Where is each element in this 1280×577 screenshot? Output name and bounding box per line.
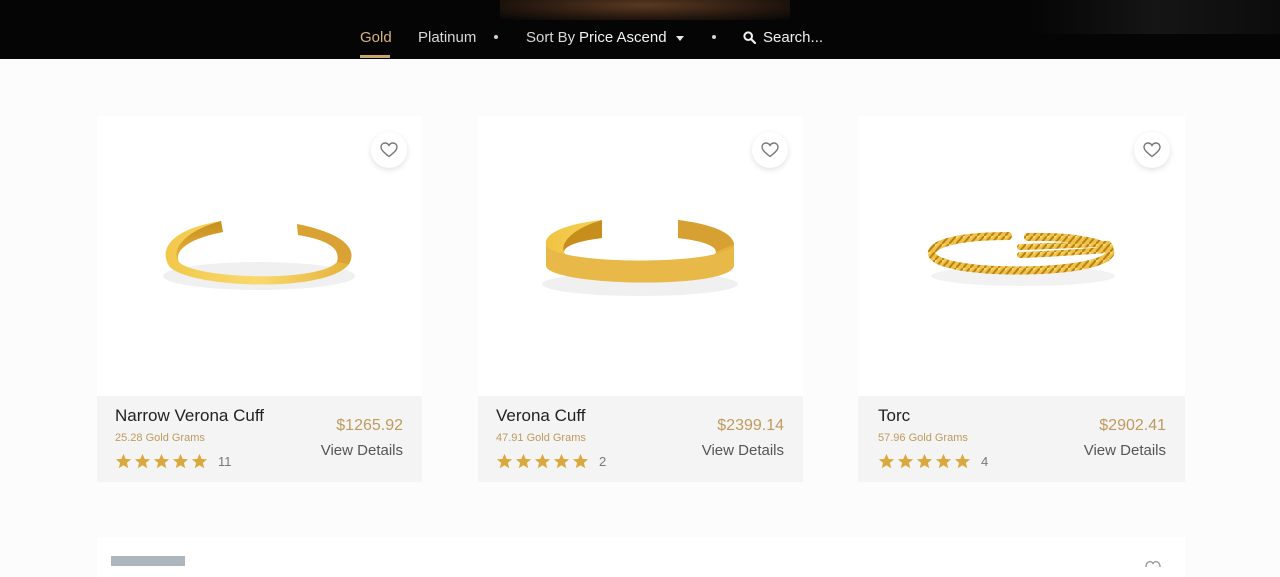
product-image-partial: [111, 556, 185, 566]
review-count: 11: [218, 453, 232, 469]
product-gold-grams: 47.91 Gold Grams: [496, 432, 586, 444]
sort-by-label: Sort By: [526, 29, 576, 46]
product-card-next-row[interactable]: [97, 537, 1185, 577]
star-icon: [572, 453, 589, 468]
active-tab-indicator: [360, 55, 390, 58]
star-icon: [153, 453, 170, 468]
product-image[interactable]: [478, 116, 803, 396]
wishlist-button[interactable]: [752, 132, 788, 168]
wishlist-button[interactable]: [1134, 132, 1170, 168]
view-details-link[interactable]: View Details: [702, 442, 784, 459]
star-icon: [191, 453, 208, 468]
product-card[interactable]: Verona Cuff 47.91 Gold Grams 2 $2399.14 …: [478, 116, 803, 482]
rating-stars: 4: [878, 453, 988, 469]
tab-gold[interactable]: Gold: [360, 29, 392, 46]
top-nav-bar: Gold Platinum Sort By Price Ascending: [0, 0, 1280, 59]
star-icon: [935, 453, 952, 468]
product-price: $2399.14: [717, 417, 784, 434]
product-name[interactable]: Torc: [878, 406, 910, 426]
star-icon: [134, 453, 151, 468]
star-icon: [172, 453, 189, 468]
star-icon: [897, 453, 914, 468]
product-price: $2902.41: [1099, 417, 1166, 434]
star-icon: [878, 453, 895, 468]
rating-stars: 2: [496, 453, 606, 469]
tab-platinum[interactable]: Platinum: [418, 29, 476, 46]
view-details-link[interactable]: View Details: [321, 442, 403, 459]
product-info: Torc 57.96 Gold Grams 4 $2902.41 View De…: [858, 396, 1185, 482]
product-name[interactable]: Narrow Verona Cuff: [115, 406, 264, 426]
heart-icon: [761, 142, 779, 158]
product-price: $1265.92: [336, 417, 403, 434]
product-info: Narrow Verona Cuff 25.28 Gold Grams 11 $…: [97, 396, 422, 482]
product-card[interactable]: Narrow Verona Cuff 25.28 Gold Grams 11 $…: [97, 116, 422, 482]
wishlist-button[interactable]: [371, 132, 407, 168]
star-icon: [534, 453, 551, 468]
review-count: 4: [981, 453, 989, 469]
star-icon: [954, 453, 971, 468]
filter-nav: Gold Platinum Sort By Price Ascending: [0, 0, 1280, 59]
star-icon: [916, 453, 933, 468]
sort-select[interactable]: Price Ascending: [579, 29, 667, 46]
search-input[interactable]: [763, 26, 883, 48]
star-icon: [515, 453, 532, 468]
heart-icon: [1143, 142, 1161, 158]
product-gold-grams: 25.28 Gold Grams: [115, 432, 205, 444]
heart-icon: [380, 142, 398, 158]
star-icon: [553, 453, 570, 468]
product-name[interactable]: Verona Cuff: [496, 406, 585, 426]
product-info: Verona Cuff 47.91 Gold Grams 2 $2399.14 …: [478, 396, 803, 482]
star-icon: [496, 453, 513, 468]
view-details-link[interactable]: View Details: [1084, 442, 1166, 459]
product-image[interactable]: [858, 116, 1185, 396]
separator-dot: [712, 35, 716, 39]
review-count: 2: [599, 453, 607, 469]
product-card[interactable]: Torc 57.96 Gold Grams 4 $2902.41 View De…: [858, 116, 1185, 482]
separator-dot: [494, 35, 498, 39]
chevron-down-icon[interactable]: [676, 36, 684, 41]
product-image[interactable]: [97, 116, 422, 396]
search-icon[interactable]: [743, 31, 756, 44]
star-icon: [115, 453, 132, 468]
product-gold-grams: 57.96 Gold Grams: [878, 432, 968, 444]
heart-icon[interactable]: [1143, 557, 1163, 567]
rating-stars: 11: [115, 453, 232, 469]
